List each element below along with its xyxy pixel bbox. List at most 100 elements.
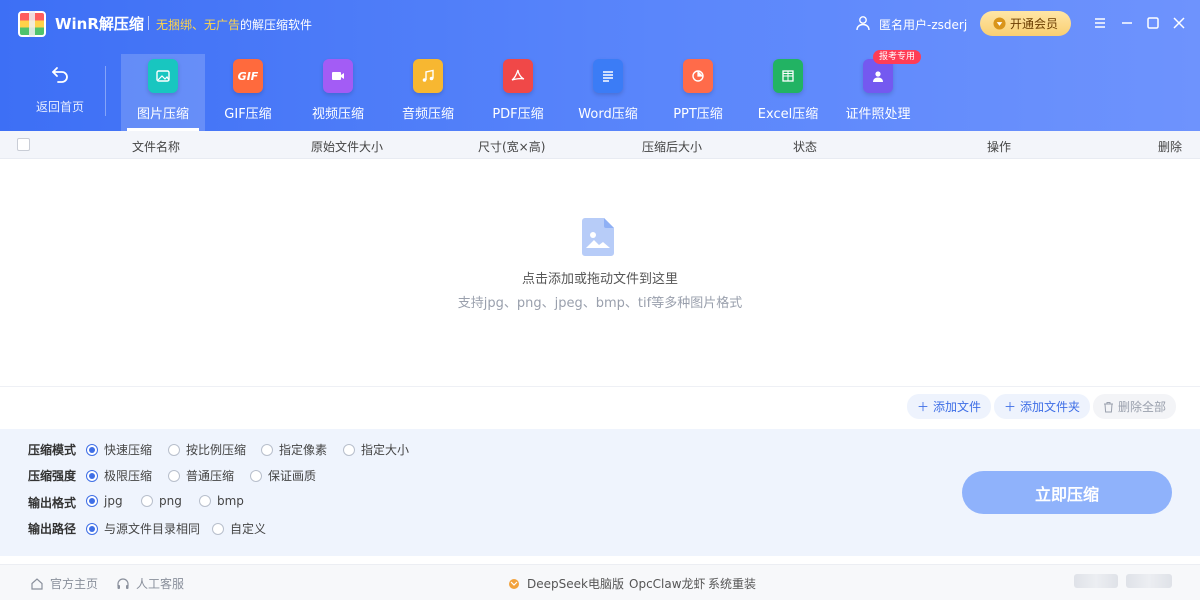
title-bar: WinR解压缩 无捆绑、无广告的解压缩软件 匿名用户-zsderj 开通会员 — [0, 0, 1200, 46]
radio-option[interactable]: 按比例压缩 — [168, 441, 246, 458]
radio-button[interactable] — [141, 495, 153, 507]
tab-label: 视频压缩 — [311, 107, 364, 122]
tab-ppt[interactable]: PPT压缩 — [656, 54, 740, 131]
radio-button[interactable] — [168, 443, 180, 456]
setting-row-path: 输出路径 — [28, 519, 84, 537]
user-name[interactable]: 匿名用户-zsderj — [879, 16, 967, 33]
radio-button[interactable] — [212, 522, 224, 535]
system-reinstall-link[interactable]: 系统重装 — [708, 575, 756, 592]
headset-icon — [117, 577, 129, 589]
close-icon[interactable] — [1170, 14, 1188, 32]
add-folder-button[interactable]: ＋ 添加文件夹 — [994, 394, 1091, 419]
music-icon — [413, 59, 443, 93]
opcclaw-label: OpcClaw龙虾 — [629, 577, 706, 591]
home-icon — [31, 577, 43, 590]
start-compress-button[interactable]: 立即压缩 — [962, 471, 1172, 514]
diamond-icon — [993, 17, 1006, 30]
tab-image[interactable]: 图片压缩 — [121, 54, 205, 131]
radio-button[interactable] — [250, 469, 262, 482]
tab-label: Word压缩 — [578, 107, 638, 122]
ppt-icon — [683, 59, 713, 93]
radio-option[interactable]: 与源文件目录相同 — [86, 520, 200, 537]
column-status: 状态 — [793, 140, 818, 154]
add-folder-label: 添加文件夹 — [1020, 400, 1081, 414]
radio-button[interactable] — [168, 469, 180, 482]
delete-all-label: 删除全部 — [1118, 400, 1167, 414]
radio-option-label: png — [159, 494, 182, 508]
file-table-header: 文件名称 原始文件大小 尺寸(宽×高) 压缩后大小 状态 操作 删除 — [0, 131, 1200, 159]
menu-icon[interactable] — [1091, 14, 1109, 32]
delete-all-button[interactable]: 删除全部 — [1093, 394, 1177, 419]
add-file-label: 添加文件 — [933, 400, 982, 414]
customer-service-link[interactable]: 人工客服 — [116, 575, 184, 592]
maximize-icon[interactable] — [1144, 14, 1162, 32]
column-delete: 删除 — [1158, 140, 1183, 154]
column-dimensions: 尺寸(宽×高) — [478, 140, 546, 154]
radio-button[interactable] — [86, 469, 98, 482]
video-icon — [323, 59, 353, 93]
radio-button[interactable] — [261, 443, 273, 456]
deepseek-link[interactable]: DeepSeek电脑版 — [507, 575, 624, 592]
setting-label: 输出格式 — [28, 495, 77, 510]
back-home-button[interactable]: 返回首页 — [28, 63, 92, 115]
tab-word[interactable]: Word压缩 — [566, 54, 650, 131]
radio-option[interactable]: 极限压缩 — [86, 467, 152, 484]
slogan-highlight: 无捆绑、无广告 — [156, 18, 241, 32]
image-file-icon — [582, 218, 614, 256]
blurred-footer-item — [1074, 574, 1118, 588]
supported-formats-hint: 支持jpg、png、jpeg、bmp、tif等多种图片格式 — [457, 296, 743, 311]
tab-label: 证件照处理 — [845, 107, 911, 122]
exam-badge: 报考专用 — [873, 50, 922, 64]
official-site-link[interactable]: 官方主页 — [30, 575, 98, 592]
radio-button[interactable] — [86, 495, 98, 507]
add-file-button[interactable]: ＋ 添加文件 — [907, 394, 992, 419]
trash-icon — [1104, 401, 1113, 412]
id-photo-icon — [863, 59, 893, 93]
title-divider — [148, 16, 149, 30]
radio-option[interactable]: png — [141, 494, 182, 508]
radio-button[interactable] — [86, 443, 98, 456]
header: WinR解压缩 无捆绑、无广告的解压缩软件 匿名用户-zsderj 开通会员 返… — [0, 0, 1200, 131]
radio-option-label: bmp — [217, 494, 244, 508]
pdf-icon — [503, 59, 533, 93]
radio-option[interactable]: 普通压缩 — [168, 467, 234, 484]
radio-option[interactable]: 保证画质 — [250, 467, 316, 484]
tab-pdf[interactable]: PDF压缩 — [476, 54, 560, 131]
column-original-size: 原始文件大小 — [311, 140, 384, 154]
tab-id-photo[interactable]: 证件照处理 — [836, 54, 920, 131]
radio-option[interactable]: 自定义 — [212, 520, 266, 537]
radio-option[interactable]: 指定大小 — [343, 441, 409, 458]
radio-button[interactable] — [199, 495, 211, 507]
tab-gif[interactable]: GIF GIF压缩 — [206, 54, 290, 131]
setting-row-mode: 压缩模式 — [28, 440, 84, 458]
radio-option[interactable]: jpg — [86, 494, 123, 508]
radio-option-label: 与源文件目录相同 — [104, 522, 201, 536]
radio-option[interactable]: bmp — [199, 494, 244, 508]
plus-icon: ＋ — [1004, 400, 1017, 414]
image-icon — [148, 59, 178, 93]
radio-option[interactable]: 快速压缩 — [86, 441, 152, 458]
opcclaw-link[interactable]: OpcClaw龙虾 — [629, 575, 706, 592]
radio-option-label: 自定义 — [230, 522, 267, 536]
back-arrow-icon — [52, 67, 68, 83]
tab-excel[interactable]: Excel压缩 — [746, 54, 830, 131]
radio-option-label: jpg — [104, 494, 123, 508]
vip-button[interactable]: 开通会员 — [980, 11, 1071, 36]
back-home-label: 返回首页 — [35, 100, 84, 114]
setting-row-strength: 压缩强度 — [28, 466, 84, 484]
radio-option-label: 指定大小 — [361, 443, 410, 457]
radio-option-label: 按比例压缩 — [186, 443, 247, 457]
radio-button[interactable] — [343, 443, 355, 456]
slogan-rest: 的解压缩软件 — [240, 18, 313, 32]
minimize-icon[interactable] — [1118, 14, 1136, 32]
tab-label: Excel压缩 — [757, 107, 819, 122]
radio-option[interactable]: 指定像素 — [261, 441, 327, 458]
user-icon[interactable] — [855, 15, 871, 31]
select-all-checkbox[interactable] — [17, 138, 30, 151]
excel-icon — [773, 59, 803, 93]
tab-music[interactable]: 音频压缩 — [386, 54, 470, 131]
tab-video[interactable]: 视频压缩 — [296, 54, 380, 131]
radio-button[interactable] — [86, 522, 98, 535]
setting-label: 输出路径 — [28, 521, 77, 536]
lobster-icon — [509, 578, 519, 589]
